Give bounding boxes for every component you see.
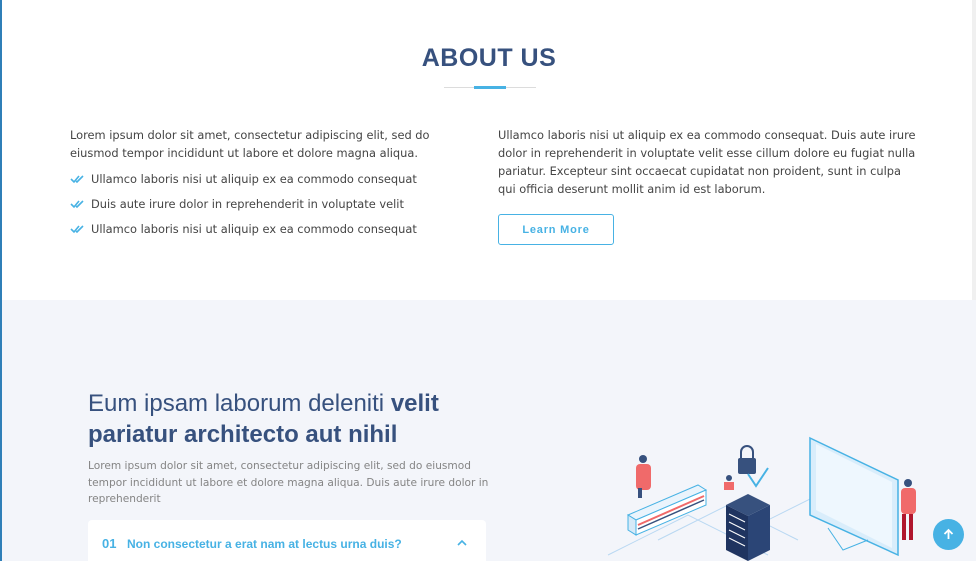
scrollbar-track[interactable] — [972, 0, 976, 300]
checklist-item-text: Ullamco laboris nisi ut aliquip ex ea co… — [91, 172, 417, 186]
about-title: ABOUT US — [421, 44, 557, 72]
double-check-icon — [70, 175, 84, 184]
arrow-up-icon — [943, 528, 954, 539]
faq-item[interactable]: 01 Non consectetur a erat nam at lectus … — [88, 520, 486, 561]
learn-more-button[interactable]: Learn More — [498, 214, 614, 245]
monitor-shape — [809, 436, 899, 557]
checklist-item: Ullamco laboris nisi ut aliquip ex ea co… — [70, 172, 480, 197]
isometric-illustration — [607, 436, 916, 561]
server-tower — [726, 494, 770, 561]
title-divider-accent — [474, 86, 506, 89]
checklist-item-text: Ullamco laboris nisi ut aliquip ex ea co… — [91, 222, 417, 236]
about-checklist: Ullamco laboris nisi ut aliquip ex ea co… — [70, 172, 480, 247]
about-left-column: Lorem ipsum dolor sit amet, consectetur … — [70, 126, 480, 247]
checklist-item: Duis aute irure dolor in reprehenderit i… — [70, 197, 480, 222]
double-check-icon — [70, 225, 84, 234]
faq-question[interactable]: Non consectetur a erat nam at lectus urn… — [127, 537, 402, 551]
checklist-item-text: Duis aute irure dolor in reprehenderit i… — [91, 197, 404, 211]
about-right-column: Ullamco laboris nisi ut aliquip ex ea co… — [498, 126, 918, 198]
lock-shape — [738, 445, 769, 488]
about-left-paragraph: Lorem ipsum dolor sit amet, consectetur … — [70, 128, 430, 160]
checklist-item: Ullamco laboris nisi ut aliquip ex ea co… — [70, 222, 480, 247]
faq-number: 01 — [102, 536, 117, 551]
chevron-up-icon[interactable] — [456, 539, 468, 547]
why-heading: Eum ipsam laborum deleniti velit pariatu… — [88, 388, 508, 450]
about-section: ABOUT US Lorem ipsum dolor sit amet, con… — [2, 0, 976, 300]
double-check-icon — [70, 200, 84, 209]
scroll-top-button[interactable] — [933, 519, 964, 550]
why-paragraph: Lorem ipsum dolor sit amet, consectetur … — [88, 460, 489, 505]
about-right-paragraph: Ullamco laboris nisi ut aliquip ex ea co… — [498, 128, 916, 196]
person-left — [636, 455, 651, 498]
person-right — [901, 479, 916, 540]
person-center — [724, 475, 734, 490]
why-heading-light: Eum ipsam laborum deleniti — [88, 390, 391, 417]
